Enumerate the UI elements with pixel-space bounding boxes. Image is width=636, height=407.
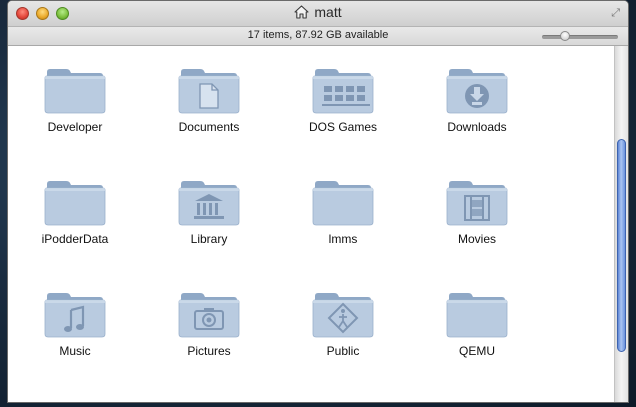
folder-item[interactable]: Developer [8,46,142,158]
slider-thumb[interactable] [559,31,570,41]
folder-icon [312,181,374,226]
folder-item[interactable]: lmms [276,158,410,270]
folder-label: Public [326,344,360,358]
folder-item[interactable]: Music [8,270,142,382]
finder-window: matt ⤢ 17 items, 87.92 GB available Deve… [7,0,629,403]
icon-grid: Developer Documents DOS Games Downloads iPod… [8,46,548,382]
folder-label: Movies [457,232,496,246]
folder-item[interactable]: QEMU [410,270,544,382]
folder-label: Pictures [187,344,231,358]
window-title-wrap: matt [8,4,628,20]
fullscreen-icon[interactable]: ⤢ [611,7,620,20]
folder-label: DOS Games [308,120,377,134]
folder-item[interactable]: iPodderData [8,158,142,270]
folder-item[interactable]: Movies [410,158,544,270]
folder-label: Downloads [447,120,507,134]
folder-label: Developer [47,120,103,134]
folder-item[interactable]: Pictures [142,270,276,382]
music-folder-icon [44,293,106,338]
folder-label: QEMU [459,344,495,358]
folder-item[interactable]: Downloads [410,46,544,158]
film-folder-icon [446,181,508,226]
folder-label: lmms [328,232,358,246]
public-folder-icon [312,293,374,338]
folder-label: Music [59,344,91,358]
library-folder-icon [178,181,240,226]
folder-label: Library [190,232,228,246]
status-text: 17 items, 87.92 GB available [247,29,389,41]
folder-label: iPodderData [41,232,109,246]
document-folder-icon [178,69,240,114]
folder-item[interactable]: Public [276,270,410,382]
scroll-thumb[interactable] [617,138,626,353]
vertical-scrollbar[interactable] [614,46,628,402]
slider-track[interactable] [542,35,618,39]
home-icon [294,5,309,19]
folder-icon [446,293,508,338]
folder-item[interactable]: Documents [142,46,276,158]
folder-label: Documents [178,120,240,134]
file-icon-view[interactable]: Developer Documents DOS Games Downloads iPod… [8,46,614,402]
apps-folder-icon [312,69,374,114]
folder-icon [44,69,106,114]
download-folder-icon [446,69,508,114]
folder-item[interactable]: DOS Games [276,46,410,158]
folder-item[interactable]: Library [142,158,276,270]
folder-icon [44,181,106,226]
window-title: matt [314,4,342,20]
title-bar[interactable]: matt ⤢ [8,1,628,27]
status-bar: 17 items, 87.92 GB available [8,27,628,46]
camera-folder-icon [178,293,240,338]
icon-size-slider[interactable] [542,31,618,41]
